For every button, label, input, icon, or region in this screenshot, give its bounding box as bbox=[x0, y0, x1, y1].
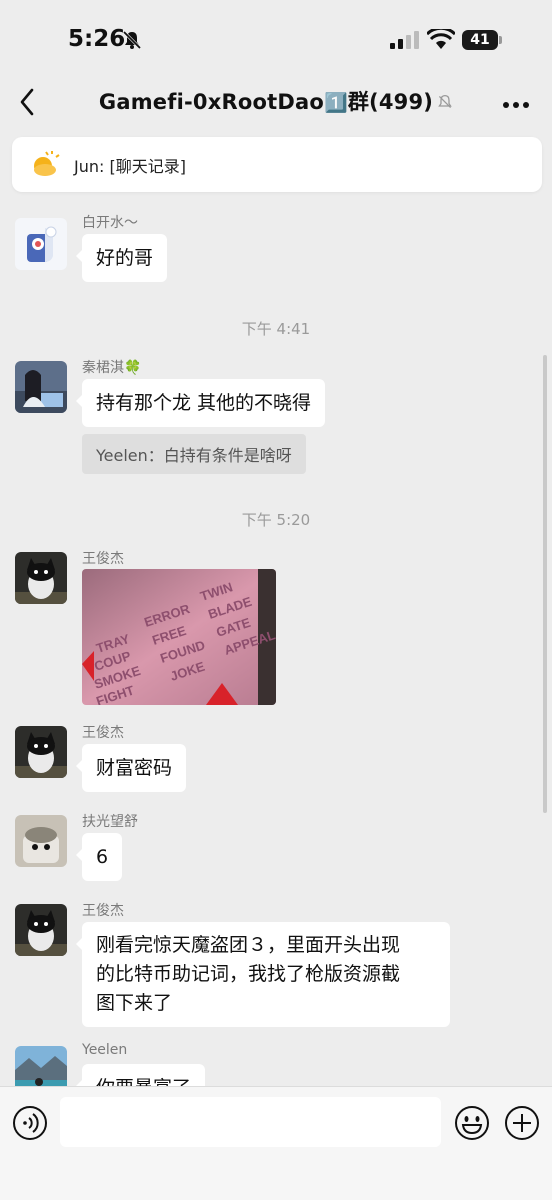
message-input[interactable] bbox=[60, 1097, 441, 1147]
avatar[interactable] bbox=[15, 552, 67, 604]
signal-icon bbox=[390, 30, 420, 54]
avatar[interactable] bbox=[15, 1046, 67, 1086]
message-bubble[interactable]: 你要暴富了 bbox=[75, 1064, 206, 1086]
quoted-text: Yeelen：白持有条件是啥呀 bbox=[96, 446, 292, 465]
voice-icon[interactable] bbox=[12, 1105, 48, 1145]
message-bubble[interactable]: 财富密码 bbox=[75, 744, 187, 792]
wifi-icon bbox=[425, 26, 457, 55]
message-bubble[interactable]: 6 bbox=[75, 833, 123, 881]
avatar[interactable] bbox=[15, 904, 67, 956]
message-text: 持有那个龙 其他的不晓得 bbox=[96, 392, 312, 414]
sun-icon bbox=[30, 151, 60, 183]
plus-icon[interactable] bbox=[504, 1105, 540, 1145]
status-bar: 5:26 41 bbox=[0, 0, 552, 80]
battery-level: 41 bbox=[470, 32, 490, 48]
scrollbar[interactable] bbox=[543, 355, 547, 813]
message-text: 财富密码 bbox=[96, 757, 173, 779]
message-bubble[interactable]: 刚看完惊天魔盗团３，里面开头出现 的比特币助记词，我找了枪版资源截 图下来了 bbox=[76, 922, 450, 1027]
chat-title-text: Gamefi-0xRootDao bbox=[98, 90, 324, 114]
chat-header: Gamefi-0xRootDao1️⃣群(499) bbox=[0, 80, 552, 128]
message-text: 6 bbox=[96, 846, 109, 868]
pinned-text: Jun: [聊天记录] bbox=[74, 157, 186, 176]
chat-member-count: 群(499) bbox=[347, 90, 434, 114]
battery-tip bbox=[499, 36, 502, 44]
quoted-reply[interactable]: Yeelen：白持有条件是啥呀 bbox=[82, 434, 306, 474]
title-badge: 1️⃣ bbox=[323, 92, 348, 114]
message-text-line: 刚看完惊天魔盗团３，里面开头出现 bbox=[96, 934, 401, 956]
pinned-message[interactable]: Jun: [聊天记录] bbox=[12, 137, 542, 192]
sender-name: 白开水～ bbox=[82, 215, 138, 231]
timestamp: 下午 5:20 bbox=[241, 511, 311, 529]
message-bubble[interactable]: 好的哥 bbox=[75, 234, 168, 282]
battery-icon: 41 bbox=[462, 30, 498, 50]
message-text-line: 的比特币助记词，我找了枪版资源截 bbox=[96, 963, 401, 985]
sender-name: 王俊杰 bbox=[82, 903, 124, 919]
message-text-line: 图下来了 bbox=[96, 992, 173, 1014]
sender-name: 扶光望舒 bbox=[82, 814, 138, 830]
message-text: 你要暴富了 bbox=[96, 1077, 191, 1086]
message-text: 好的哥 bbox=[96, 247, 154, 269]
sender-name: 王俊杰 bbox=[82, 551, 124, 567]
input-bar bbox=[0, 1086, 552, 1200]
message-bubble[interactable]: 持有那个龙 其他的不晓得 bbox=[75, 379, 326, 427]
timestamp: 下午 4:41 bbox=[241, 320, 311, 338]
avatar[interactable] bbox=[15, 726, 67, 778]
sender-name: 秦桾淇🍀 bbox=[82, 360, 142, 376]
sender-name: Yeelen bbox=[82, 1042, 128, 1058]
image-message[interactable]: TRAY COUP SMOKE FIGHT ERROR FREE FOUND J… bbox=[82, 569, 276, 705]
avatar[interactable] bbox=[15, 361, 67, 413]
avatar[interactable] bbox=[15, 218, 67, 270]
more-icon[interactable] bbox=[502, 94, 530, 113]
emoji-icon[interactable] bbox=[454, 1105, 490, 1145]
chat-title: Gamefi-0xRootDao1️⃣群(499) bbox=[0, 86, 552, 116]
message-row: Yeelen 你要暴富了 bbox=[0, 1037, 552, 1086]
bell-off-icon bbox=[122, 30, 142, 54]
avatar[interactable] bbox=[15, 815, 67, 867]
status-time: 5:26 bbox=[68, 26, 126, 52]
mute-bell-icon bbox=[437, 91, 453, 115]
sender-name: 王俊杰 bbox=[82, 725, 124, 741]
